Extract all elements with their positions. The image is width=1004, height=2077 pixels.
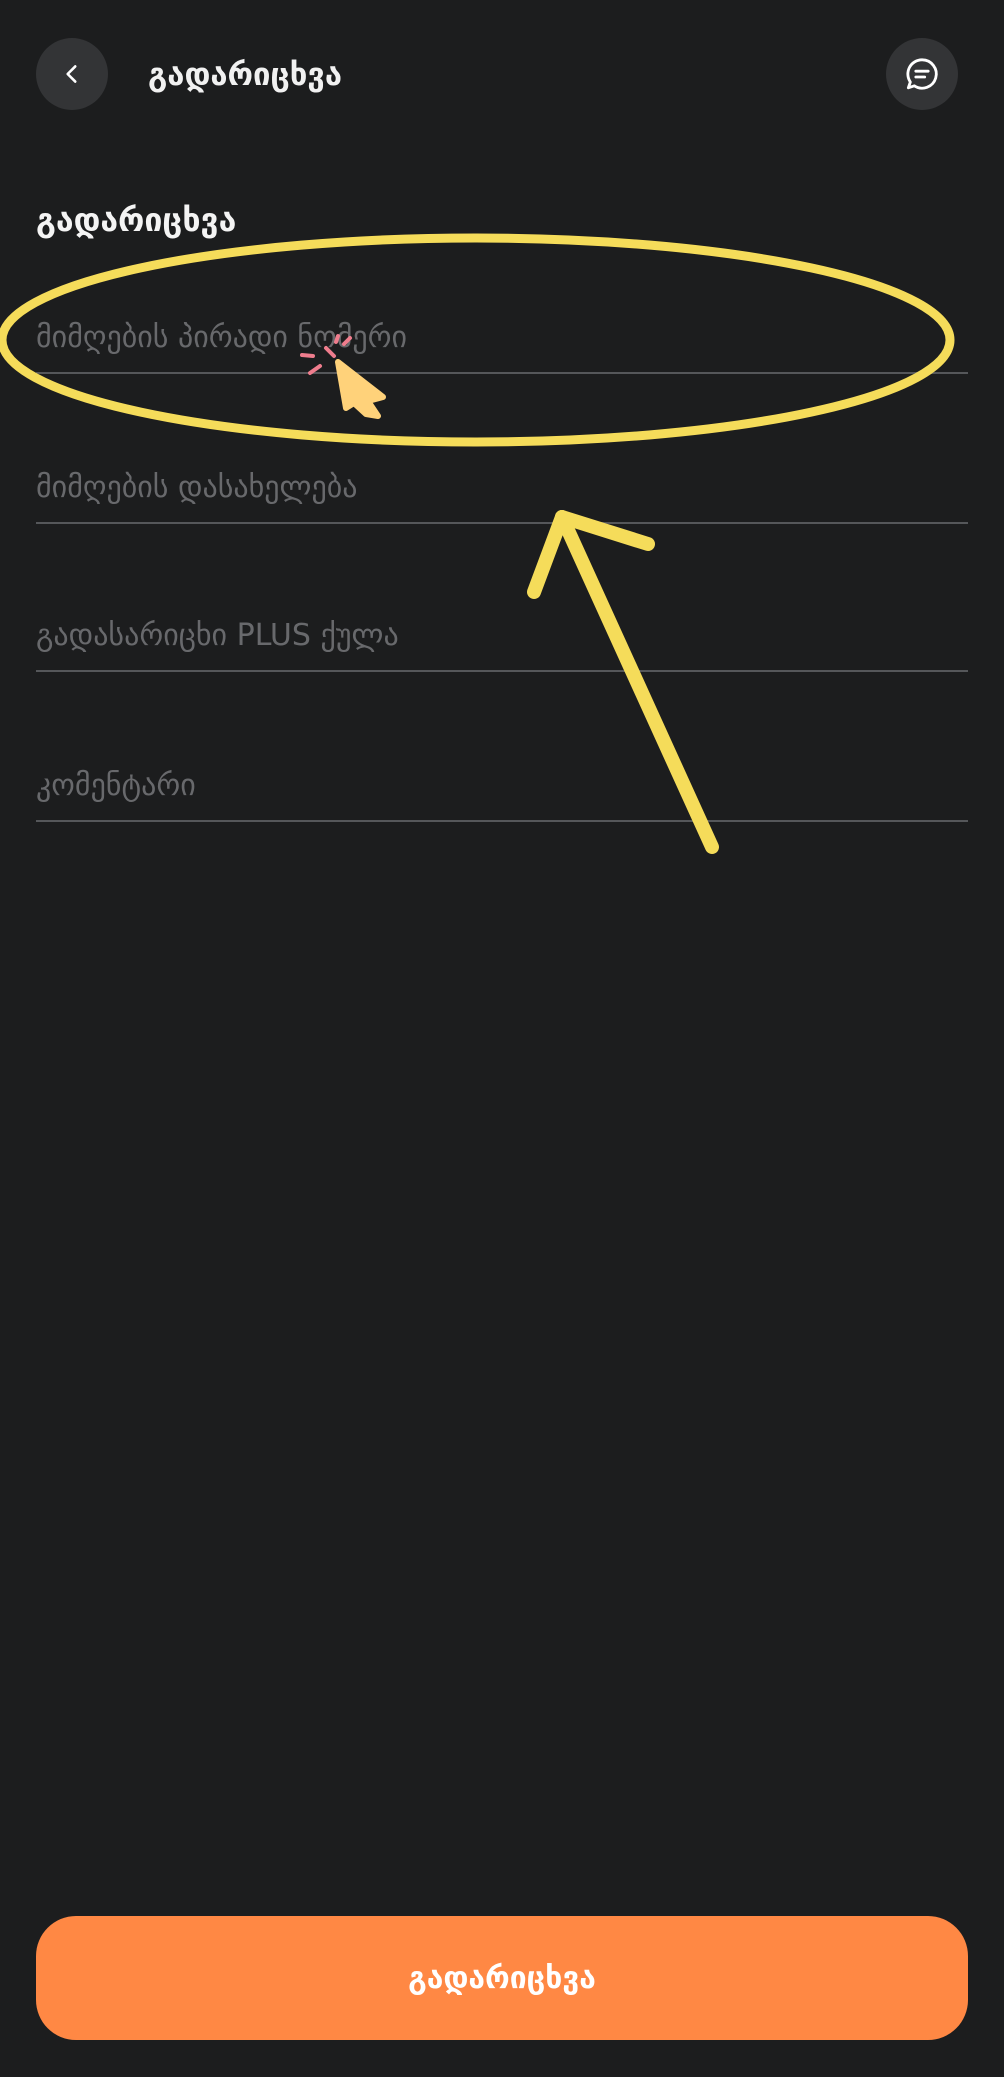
personal-number-field (36, 292, 968, 374)
comment-field (36, 740, 968, 822)
transfer-submit-label: გადარიცხვა (408, 1960, 596, 1996)
recipient-name-input[interactable] (36, 462, 968, 512)
app-header: გადარიცხვა (0, 0, 1004, 150)
chat-bubble-icon (906, 58, 938, 90)
personal-number-input[interactable] (36, 312, 968, 362)
form-section-title: გადარიცხვა (36, 201, 237, 239)
chevron-left-icon (66, 65, 77, 83)
plus-points-field (36, 590, 968, 672)
page-title: გადარიცხვა (148, 57, 343, 93)
comment-input[interactable] (36, 760, 968, 810)
transfer-submit-button[interactable]: გადარიცხვა (36, 1916, 968, 2040)
recipient-name-field (36, 442, 968, 524)
plus-points-input[interactable] (36, 610, 968, 660)
back-button[interactable] (36, 38, 108, 110)
chat-button[interactable] (886, 38, 958, 110)
